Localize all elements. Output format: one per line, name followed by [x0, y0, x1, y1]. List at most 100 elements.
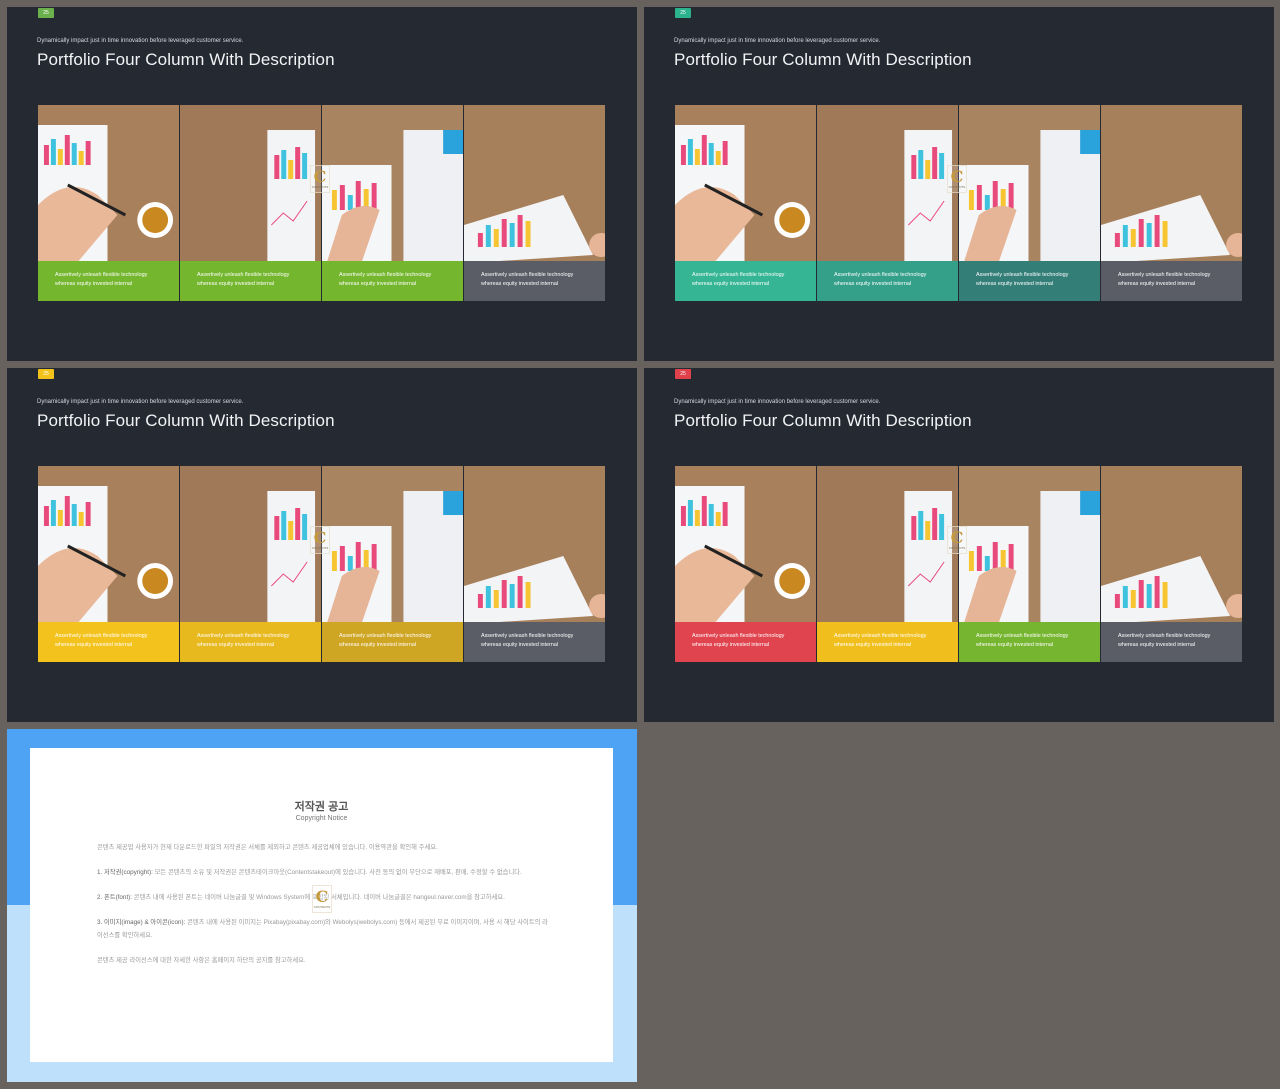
caption-line-1: Assertively unleash flexible technology: [481, 633, 574, 639]
slide-title: Portfolio Four Column With Description: [37, 50, 335, 69]
photo-hand-chart: [38, 466, 179, 623]
page-number-badge: 25: [675, 369, 691, 379]
watermark-logo: C CONTENTS: [310, 165, 330, 193]
caption-line-1: Assertively unleash flexible technology: [976, 633, 1069, 639]
caption-box: Assertively unleash flexible technology …: [322, 261, 463, 301]
portfolio-gallery: Assertively unleash flexible technology …: [38, 105, 605, 301]
caption-box: Assertively unleash flexible technology …: [38, 261, 179, 301]
copyright-title: 저작권 공고: [294, 801, 349, 813]
caption-box: Assertively unleash flexible technology …: [464, 622, 605, 662]
caption-box: Assertively unleash flexible technology …: [959, 261, 1100, 301]
page-number-badge: 25: [675, 8, 691, 18]
photo-report-chart: [817, 466, 958, 623]
portfolio-item-4[interactable]: Assertively unleash flexible technology …: [464, 105, 605, 301]
caption-line-2: whereas equity invested internal: [55, 281, 133, 287]
caption-box: Assertively unleash flexible technology …: [322, 622, 463, 662]
photo-report-chart: [180, 105, 321, 262]
copyright-card: 저작권 공고 Copyright Notice 콘텐츠 제공업 사용자가 현재 …: [30, 748, 613, 1062]
page-number-badge: 25: [38, 8, 54, 18]
caption-line-1: Assertively unleash flexible technology: [339, 633, 432, 639]
photo-pointing-chart: [959, 466, 1100, 623]
caption-line-2: whereas equity invested internal: [481, 281, 559, 287]
caption-box: Assertively unleash flexible technology …: [959, 622, 1100, 662]
photo-paper-chart: [464, 105, 605, 262]
slide-title: Portfolio Four Column With Description: [674, 411, 972, 430]
slide-subtitle: Dynamically impact just in time innovati…: [37, 399, 244, 405]
caption-box: Assertively unleash flexible technology …: [464, 261, 605, 301]
caption-line-2: whereas equity invested internal: [692, 281, 770, 287]
photo-hand-chart: [675, 466, 816, 623]
caption-line-1: Assertively unleash flexible technology: [976, 272, 1069, 278]
copyright-section-3: 3. 이미지(image) & 아이콘(icon): 콘텐츠 내에 사용된 이미…: [97, 916, 552, 942]
caption-box: Assertively unleash flexible technology …: [38, 622, 179, 662]
caption-line-1: Assertively unleash flexible technology: [834, 633, 927, 639]
caption-line-2: whereas equity invested internal: [1118, 281, 1196, 287]
portfolio-item-4[interactable]: Assertively unleash flexible technology …: [1101, 466, 1242, 662]
portfolio-item-3[interactable]: Assertively unleash flexible technology …: [322, 105, 463, 301]
photo-paper-chart: [464, 466, 605, 623]
portfolio-item-1[interactable]: Assertively unleash flexible technology …: [675, 466, 816, 662]
watermark-logo: C CONTENTS: [947, 165, 967, 193]
section-heading: 3. 이미지(image) & 아이콘(icon):: [97, 919, 186, 926]
portfolio-item-2[interactable]: Assertively unleash flexible technology …: [180, 466, 321, 662]
photo-report-chart: [180, 466, 321, 623]
photo-pointing-chart: [322, 105, 463, 262]
caption-line-1: Assertively unleash flexible technology: [55, 272, 148, 278]
slide-subtitle: Dynamically impact just in time innovati…: [37, 38, 244, 44]
caption-line-2: whereas equity invested internal: [197, 281, 275, 287]
photo-hand-chart: [675, 105, 816, 262]
copyright-section-1: 1. 저작권(copyright): 모든 콘텐츠의 소유 및 저작권은 콘텐츠…: [97, 866, 552, 879]
caption-line-1: Assertively unleash flexible technology: [692, 633, 785, 639]
portfolio-item-3[interactable]: Assertively unleash flexible technology …: [959, 105, 1100, 301]
caption-box: Assertively unleash flexible technology …: [180, 622, 321, 662]
photo-paper-chart: [1101, 466, 1242, 623]
caption-box: Assertively unleash flexible technology …: [1101, 261, 1242, 301]
section-heading: 2. 폰트(font):: [97, 894, 133, 901]
caption-box: Assertively unleash flexible technology …: [675, 622, 816, 662]
slide-subtitle: Dynamically impact just in time innovati…: [674, 399, 881, 405]
caption-line-2: whereas equity invested internal: [834, 642, 912, 648]
section-text: 모든 콘텐츠의 소유 및 저작권은 콘텐츠테이크아웃(Contentstakeo…: [154, 869, 522, 876]
caption-line-1: Assertively unleash flexible technology: [834, 272, 927, 278]
portfolio-item-2[interactable]: Assertively unleash flexible technology …: [817, 466, 958, 662]
caption-line-2: whereas equity invested internal: [834, 281, 912, 287]
slide-3: 25 Dynamically impact just in time innov…: [7, 368, 637, 722]
portfolio-item-1[interactable]: Assertively unleash flexible technology …: [38, 105, 179, 301]
portfolio-item-2[interactable]: Assertively unleash flexible technology …: [817, 105, 958, 301]
caption-box: Assertively unleash flexible technology …: [675, 261, 816, 301]
caption-line-1: Assertively unleash flexible technology: [1118, 272, 1211, 278]
portfolio-item-3[interactable]: Assertively unleash flexible technology …: [959, 466, 1100, 662]
portfolio-item-2[interactable]: Assertively unleash flexible technology …: [180, 105, 321, 301]
caption-line-1: Assertively unleash flexible technology: [197, 633, 290, 639]
caption-line-1: Assertively unleash flexible technology: [339, 272, 432, 278]
caption-line-2: whereas equity invested internal: [692, 642, 770, 648]
portfolio-item-1[interactable]: Assertively unleash flexible technology …: [675, 105, 816, 301]
caption-line-2: whereas equity invested internal: [339, 281, 417, 287]
caption-line-1: Assertively unleash flexible technology: [481, 272, 574, 278]
copyright-subtitle: Copyright Notice: [295, 815, 348, 822]
slide-4: 25 Dynamically impact just in time innov…: [644, 368, 1274, 722]
caption-line-1: Assertively unleash flexible technology: [692, 272, 785, 278]
caption-box: Assertively unleash flexible technology …: [180, 261, 321, 301]
portfolio-item-4[interactable]: Assertively unleash flexible technology …: [464, 466, 605, 662]
portfolio-item-4[interactable]: Assertively unleash flexible technology …: [1101, 105, 1242, 301]
caption-box: Assertively unleash flexible technology …: [817, 622, 958, 662]
portfolio-gallery: Assertively unleash flexible technology …: [675, 466, 1242, 662]
section-heading: 1. 저작권(copyright):: [97, 869, 153, 876]
portfolio-gallery: Assertively unleash flexible technology …: [675, 105, 1242, 301]
caption-line-2: whereas equity invested internal: [1118, 642, 1196, 648]
caption-line-2: whereas equity invested internal: [55, 642, 133, 648]
watermark-logo: C CONTENTS: [310, 526, 330, 554]
portfolio-item-3[interactable]: Assertively unleash flexible technology …: [322, 466, 463, 662]
copyright-outro: 콘텐츠 제공 라이선스에 대한 자세한 사항은 홈페이지 하단의 공지를 참고하…: [97, 957, 306, 964]
slide-title: Portfolio Four Column With Description: [37, 411, 335, 430]
photo-report-chart: [817, 105, 958, 262]
page-number-badge: 25: [38, 369, 54, 379]
caption-line-1: Assertively unleash flexible technology: [197, 272, 290, 278]
portfolio-item-1[interactable]: Assertively unleash flexible technology …: [38, 466, 179, 662]
photo-pointing-chart: [959, 105, 1100, 262]
caption-line-2: whereas equity invested internal: [197, 642, 275, 648]
watermark-logo: C CONTENTS: [947, 526, 967, 554]
caption-line-2: whereas equity invested internal: [976, 281, 1054, 287]
photo-paper-chart: [1101, 105, 1242, 262]
